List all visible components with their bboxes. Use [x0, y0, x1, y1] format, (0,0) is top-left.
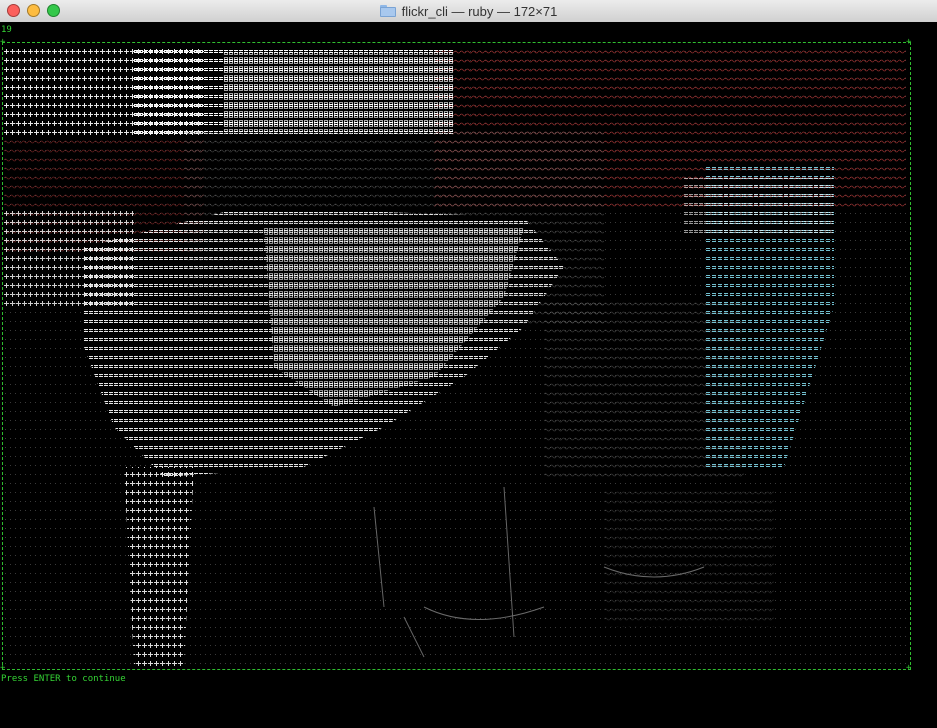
window-title: flickr_cli — ruby — 172×71: [401, 3, 558, 19]
frame-corner-tr: +: [906, 37, 912, 47]
image-counter: 19: [1, 25, 12, 35]
window-title-group: flickr_cli — ruby — 172×71: [0, 0, 937, 22]
terminal-area[interactable]: 19 + + + + Press ENTER to continue: [0, 22, 937, 728]
frame-corner-tl: +: [0, 37, 6, 47]
continue-prompt: Press ENTER to continue: [1, 674, 126, 684]
ascii-art-image: [4, 47, 906, 666]
window-titlebar: flickr_cli — ruby — 172×71: [0, 0, 937, 23]
folder-icon: [379, 5, 396, 17]
frame-corner-br: +: [906, 663, 912, 673]
